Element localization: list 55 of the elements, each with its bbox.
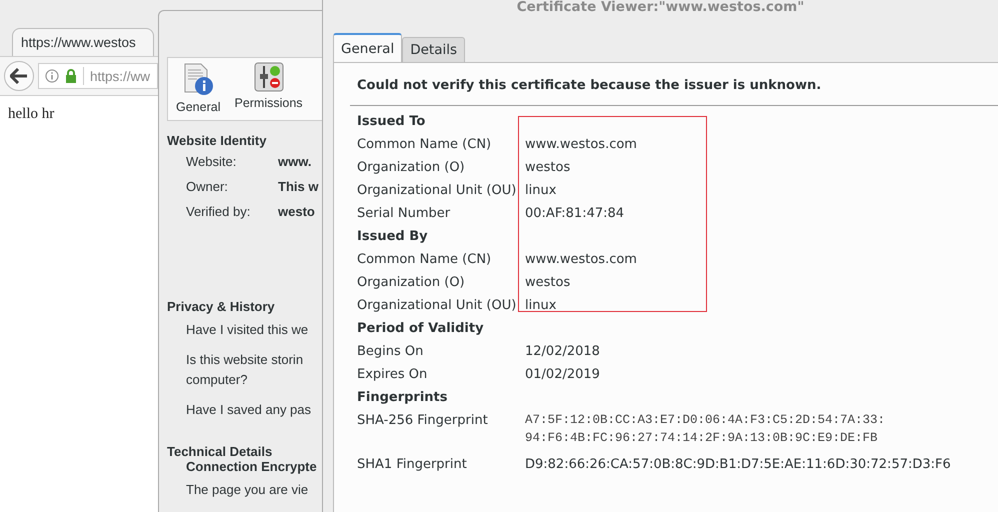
field-label: Owner: bbox=[186, 179, 229, 196]
back-arrow-icon bbox=[10, 68, 28, 84]
page-text: hello hr bbox=[8, 106, 54, 122]
field-value: linux bbox=[525, 182, 556, 200]
field-value: www.westos.com bbox=[525, 136, 637, 154]
field-label: Serial Number bbox=[357, 205, 452, 223]
privacy-question: Is this website storin computer? bbox=[185, 351, 304, 389]
field-value: A7:5F:12:0B:CC:A3:E7:D0:06:4A:F3:C5:2D:54:7A:33: 94:F6:4B:FC:96:27:74:14:2F:9A:13:0B:9C:E9:DE:FB bbox=[525, 412, 886, 447]
toolbar-button[interactable]: General bbox=[176, 62, 220, 114]
section-heading: Website Identity bbox=[167, 133, 268, 148]
field-value: D9:82:66:26:CA:57:0B:8C:9D:B1:D7:5E:AE:11:6D:30:72:57:D3:F6 bbox=[525, 456, 951, 474]
field-value: This w bbox=[278, 179, 318, 196]
field-value: westo bbox=[278, 204, 315, 221]
field-label: Website: bbox=[186, 154, 238, 171]
section-heading: Technical Details bbox=[167, 444, 274, 459]
field-value: www. bbox=[278, 154, 312, 171]
connection-status: Connection Encrypte bbox=[185, 459, 318, 474]
field-value: linux bbox=[525, 297, 556, 315]
privacy-question: Have I saved any pas bbox=[185, 401, 312, 419]
field-label: Organizational Unit (OU) bbox=[357, 297, 518, 315]
section-heading: Fingerprints bbox=[357, 389, 449, 407]
field-label: Organization (O) bbox=[357, 159, 466, 177]
field-value: 01/02/2019 bbox=[525, 366, 600, 384]
field-value: 00:AF:81:47:84 bbox=[525, 205, 624, 223]
section-heading: Issued To bbox=[357, 113, 426, 131]
back-button[interactable] bbox=[4, 61, 34, 91]
field-value: www.westos.com bbox=[525, 251, 637, 269]
toolbar-button[interactable]: Permissions bbox=[234, 62, 303, 114]
browser-tab[interactable]: https://www.westos bbox=[12, 28, 154, 56]
warning-message: Could not verify this certificate because the issuer is unknown. bbox=[350, 63, 998, 106]
section-heading: Issued By bbox=[357, 228, 429, 246]
tab[interactable]: Details bbox=[402, 37, 466, 62]
field-value: westos bbox=[525, 274, 570, 292]
field-label: Organization (O) bbox=[357, 274, 466, 292]
field-value: 12/02/2018 bbox=[525, 343, 600, 361]
padlock-icon bbox=[65, 69, 77, 83]
window-title: Certificate Viewer:"www.westos.com" bbox=[516, 0, 806, 17]
field-label: Verified by: bbox=[186, 204, 252, 221]
info-icon bbox=[45, 69, 59, 83]
address-bar[interactable]: https://ww bbox=[38, 63, 158, 89]
section-heading: Period of Validity bbox=[357, 320, 485, 338]
field-label: Common Name (CN) bbox=[357, 251, 492, 269]
field-label: SHA-256 Fingerprint bbox=[357, 412, 489, 430]
field-label: Common Name (CN) bbox=[357, 136, 492, 154]
field-label: Organizational Unit (OU) bbox=[357, 182, 518, 200]
tab[interactable]: General bbox=[333, 33, 402, 62]
field-value: westos bbox=[525, 159, 570, 177]
field-label: SHA1 Fingerprint bbox=[357, 456, 468, 474]
field-label: Expires On bbox=[357, 366, 428, 384]
privacy-question: Have I visited this we bbox=[185, 321, 310, 339]
description-text: The page you are vie bbox=[185, 481, 310, 499]
section-heading: Privacy & History bbox=[167, 299, 276, 314]
field-label: Begins On bbox=[357, 343, 424, 361]
sliders-check-icon bbox=[254, 62, 284, 92]
url-text: https://ww bbox=[90, 68, 150, 84]
